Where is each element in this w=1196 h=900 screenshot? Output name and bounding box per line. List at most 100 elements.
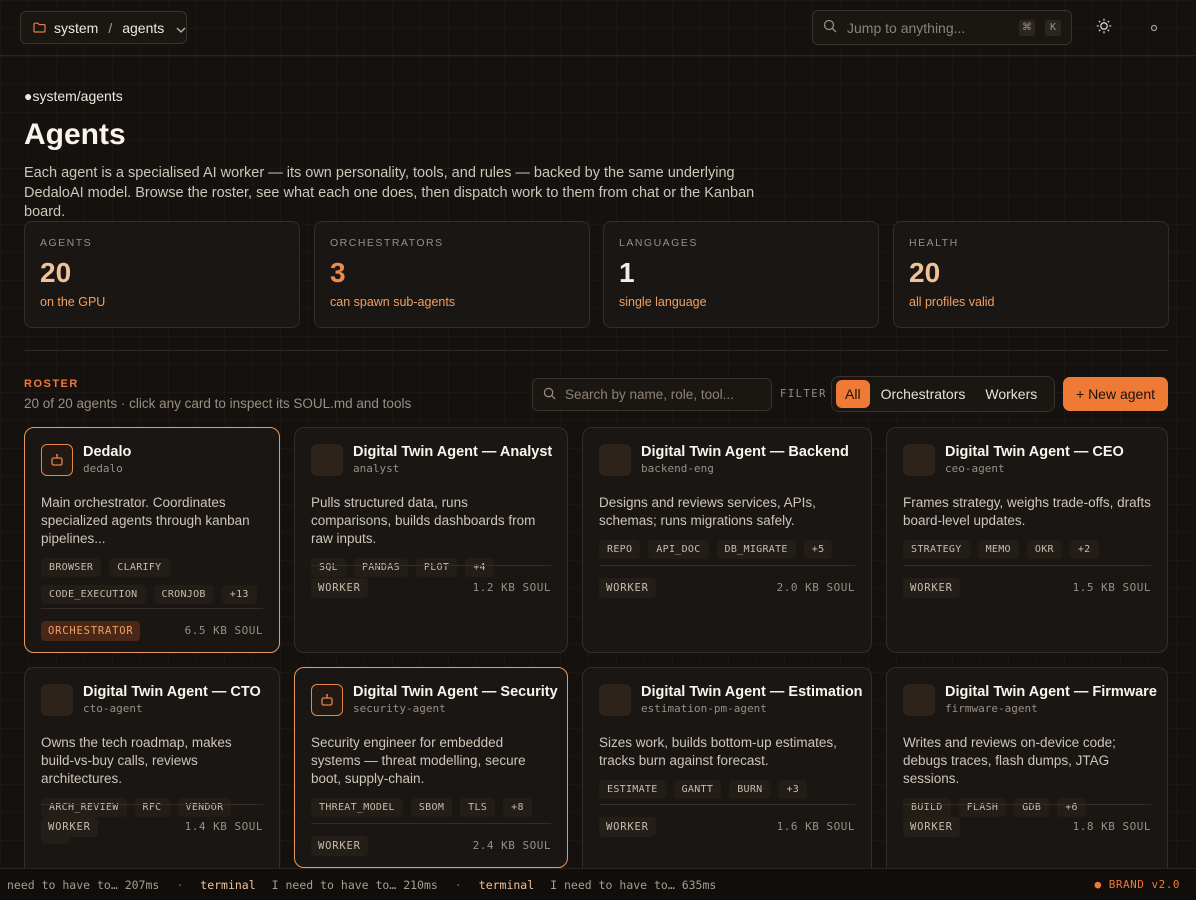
workspace-breadcrumb-dropdown[interactable]: system / agents [20, 11, 187, 44]
section-divider [24, 350, 1168, 351]
agent-description: Pulls structured data, runs comparisons,… [311, 495, 536, 546]
tool-tag: GANTT [673, 780, 722, 799]
agent-name: Digital Twin Agent — CEO [945, 444, 1124, 460]
tool-tag: BROWSER [41, 558, 102, 577]
agent-handle: firmware-agent [945, 702, 1038, 715]
breadcrumb-agents[interactable]: agents [122, 20, 164, 36]
top-bar: system / agents Jump to anything... ⌘ K [0, 0, 1196, 56]
activity-ticker: need to have to… 207ms · terminal I need… [0, 868, 1196, 900]
role-badge: WORKER [311, 577, 368, 598]
agent-handle: ceo-agent [945, 462, 1005, 475]
soul-size: 2.0 KB SOUL [776, 581, 855, 594]
role-badge: WORKER [599, 577, 656, 598]
agent-card-ceo[interactable]: Digital Twin Agent — CEO ceo-agent Frame… [886, 427, 1168, 653]
agent-handle: dedalo [83, 462, 123, 475]
agent-avatar-icon [41, 684, 73, 716]
brand-version: ● BRAND v2.0 [1094, 878, 1180, 891]
roster-subtitle: 20 of 20 agents · click any card to insp… [24, 396, 412, 411]
agent-card-cto[interactable]: Digital Twin Agent — CTO cto-agent Owns … [24, 667, 280, 877]
role-badge: WORKER [903, 816, 960, 837]
agent-name: Digital Twin Agent — Analyst [353, 444, 553, 460]
filter-all-button[interactable]: All [836, 380, 870, 408]
tool-tag: STRATEGY [903, 540, 970, 559]
soul-size: 2.4 KB SOUL [472, 839, 551, 852]
more-tools-tag: +8 [503, 798, 532, 817]
breadcrumb-separator: / [108, 19, 113, 36]
stat-value: 3 [330, 257, 346, 288]
tool-tag: BURN [729, 780, 771, 799]
role-badge: WORKER [41, 816, 98, 837]
stat-subtitle: can spawn sub-agents [330, 295, 456, 309]
role-badge: WORKER [903, 577, 960, 598]
stat-label: ORCHESTRATORS [330, 237, 444, 249]
tool-tag: THREAT_MODEL [311, 798, 403, 817]
agent-handle: estimation-pm-agent [641, 702, 767, 715]
role-badge: WORKER [311, 835, 368, 856]
agent-tool-tags: BROWSER CLARIFY CODE_EXECUTION CRONJOB +… [41, 558, 263, 604]
role-badge: ORCHESTRATOR [41, 620, 141, 641]
agent-name: Digital Twin Agent — Backend [641, 444, 849, 460]
ticker-source: terminal [200, 877, 256, 892]
roster-search-input[interactable]: Search by name, role, tool... [532, 378, 772, 411]
stat-subtitle: on the GPU [40, 295, 106, 309]
status-button[interactable] [1140, 14, 1168, 42]
stat-card-agents: AGENTS 20 on the GPU [24, 221, 300, 328]
filter-workers-button[interactable]: Workers [976, 380, 1046, 408]
agent-name: Digital Twin Agent — Estimation [641, 684, 863, 700]
robot-icon [311, 684, 343, 716]
agent-card-analyst[interactable]: Digital Twin Agent — Analyst analyst Pul… [294, 427, 568, 653]
agent-description: Designs and reviews services, APIs, sche… [599, 495, 816, 528]
tool-tag: MEMO [977, 540, 1019, 559]
ticker-separator: · [454, 877, 462, 892]
agent-description: Writes and reviews on-device code; debug… [903, 735, 1116, 786]
shortcut-k-key: K [1045, 19, 1061, 36]
ticker-entry: need to have to… 207ms [7, 877, 160, 892]
filter-label: FILTER [780, 388, 827, 400]
ticker-separator: · [176, 877, 184, 892]
agent-avatar-icon [599, 684, 631, 716]
soul-size: 1.4 KB SOUL [184, 820, 263, 833]
tool-tag: REPO [599, 540, 641, 559]
search-icon [823, 19, 837, 36]
stat-subtitle: single language [619, 295, 707, 309]
stat-value: 20 [909, 257, 941, 288]
filter-orchestrators-button[interactable]: Orchestrators [872, 380, 975, 408]
role-badge: WORKER [599, 816, 656, 837]
page-description: Each agent is a specialised AI worker — … [24, 165, 755, 220]
global-search-placeholder: Jump to anything... [847, 19, 966, 36]
agent-card-backend[interactable]: Digital Twin Agent — Backend backend-eng… [582, 427, 872, 653]
agent-handle: security-agent [353, 702, 446, 715]
filter-segmented-control: All Orchestrators Workers [831, 376, 1055, 412]
soul-size: 1.5 KB SOUL [1072, 581, 1151, 594]
tool-tag: CLARIFY [109, 558, 170, 577]
soul-size: 1.6 KB SOUL [776, 820, 855, 833]
soul-size: 1.2 KB SOUL [472, 581, 551, 594]
agent-description: Sizes work, builds bottom-up estimates, … [599, 735, 837, 768]
new-agent-button[interactable]: + New agent [1063, 377, 1168, 411]
page-title: Agents [24, 118, 126, 151]
theme-toggle-button[interactable] [1090, 14, 1118, 42]
more-tools-tag: +3 [778, 780, 808, 799]
agent-avatar-icon [903, 444, 935, 476]
agent-name: Digital Twin Agent — Firmware [945, 684, 1157, 700]
agent-tool-tags: THREAT_MODEL SBOM TLS +8 [311, 798, 551, 817]
folder-icon [33, 20, 46, 36]
shortcut-cmd-key: ⌘ [1019, 19, 1035, 36]
global-search-input[interactable]: Jump to anything... ⌘ K [812, 10, 1072, 45]
tool-tag: CRONJOB [153, 585, 214, 604]
agent-card-security[interactable]: Digital Twin Agent — Security security-a… [294, 667, 568, 868]
agent-card-firmware[interactable]: Digital Twin Agent — Firmware firmware-a… [886, 667, 1168, 877]
stat-label: AGENTS [40, 237, 93, 249]
agent-card-estimation[interactable]: Digital Twin Agent — Estimation estimati… [582, 667, 872, 877]
agent-name: Digital Twin Agent — Security [353, 684, 558, 700]
more-tools-tag: +2 [1069, 540, 1099, 559]
agent-card-dedalo[interactable]: Dedalo dedalo Main orchestrator. Coordin… [24, 427, 280, 653]
breadcrumb-system[interactable]: system [54, 20, 98, 36]
stat-card-languages: LANGUAGES 1 single language [603, 221, 879, 328]
roster-label: ROSTER [24, 378, 79, 390]
roster-search-placeholder: Search by name, role, tool... [565, 387, 734, 402]
stat-subtitle: all profiles valid [909, 295, 995, 309]
stat-label: LANGUAGES [619, 237, 698, 249]
tool-tag: CODE_EXECUTION [41, 585, 146, 604]
tool-tag: SBOM [410, 798, 453, 817]
